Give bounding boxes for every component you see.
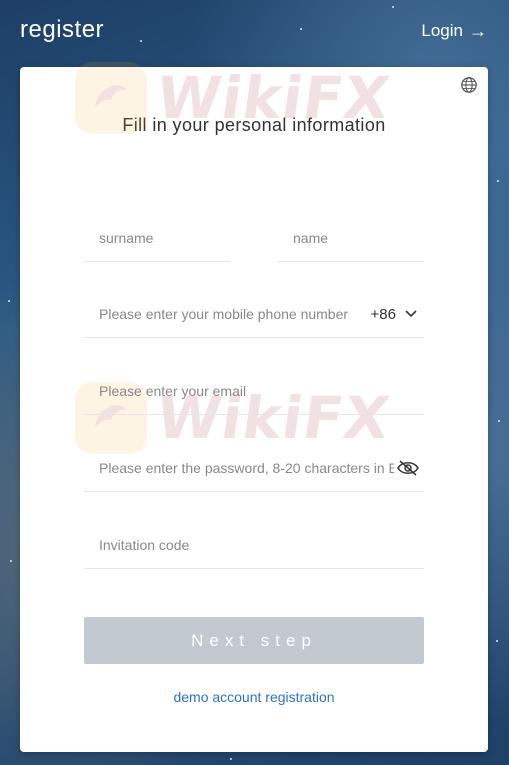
phone-field: +86 [84, 291, 424, 338]
login-link[interactable]: Login → [421, 21, 487, 41]
login-label: Login [421, 21, 463, 40]
form-title: Fill in your personal information [122, 115, 386, 135]
star [498, 420, 500, 422]
arrow-right-icon: → [469, 21, 487, 41]
star [496, 640, 498, 642]
invitation-field [84, 522, 424, 569]
star [497, 180, 499, 182]
next-step-button[interactable]: Next step [84, 617, 424, 664]
surname-input[interactable] [84, 229, 230, 247]
country-code-value: +86 [370, 305, 396, 323]
star [140, 40, 142, 42]
star [392, 6, 394, 8]
chevron-down-icon [405, 310, 417, 318]
surname-field [84, 215, 230, 262]
email-field [84, 368, 424, 415]
globe-icon[interactable] [460, 76, 478, 94]
star [10, 560, 12, 562]
country-code-select[interactable]: +86 [371, 306, 424, 323]
password-input[interactable] [84, 459, 396, 477]
star [300, 28, 302, 30]
email-input[interactable] [84, 382, 424, 400]
phone-input[interactable] [84, 305, 371, 323]
password-field [84, 445, 424, 492]
invitation-code-input[interactable] [84, 536, 424, 554]
registration-card: Fill in your personal information WikiFX… [20, 62, 488, 752]
demo-account-link[interactable]: demo account registration [20, 689, 488, 705]
star [8, 300, 10, 302]
name-field [278, 215, 424, 262]
name-input[interactable] [278, 229, 424, 247]
page-title: register [20, 16, 105, 43]
eye-off-icon[interactable] [396, 458, 420, 478]
star [230, 758, 232, 760]
